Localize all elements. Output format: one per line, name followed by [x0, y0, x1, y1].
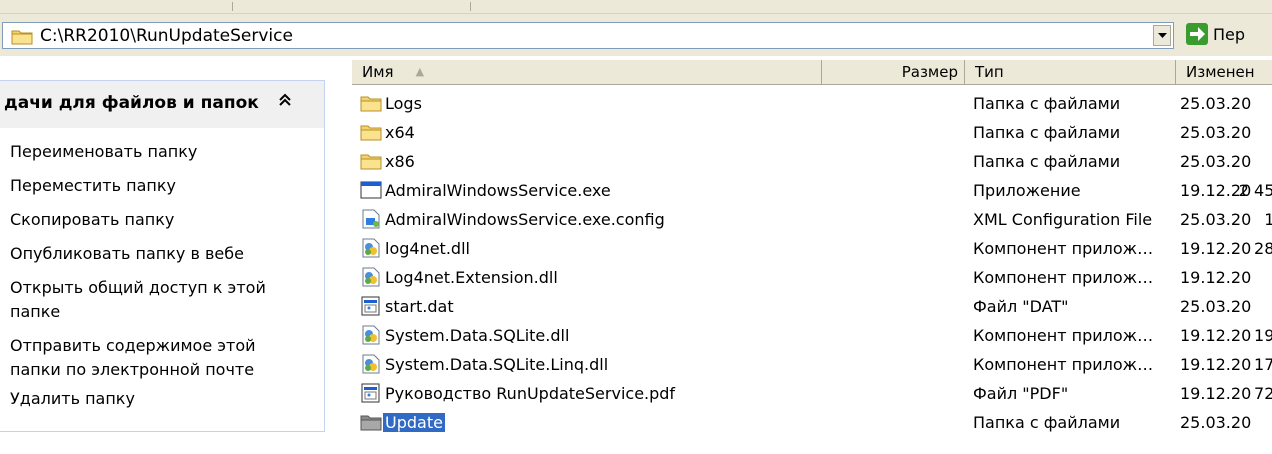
- task-delete-folder[interactable]: Удалить папку: [10, 387, 135, 411]
- sort-ascending-icon: ▲: [415, 65, 425, 78]
- file-tasks-header[interactable]: дачи для файлов и папок: [0, 81, 324, 128]
- file-type: Папка с файлами: [973, 413, 1121, 432]
- file-type: Файл "DAT": [973, 297, 1069, 316]
- folder-icon: [360, 122, 382, 144]
- dll-icon: [360, 267, 382, 289]
- file-modified: 25.03.20: [1180, 152, 1252, 171]
- file-type: Компонент прилож…: [973, 326, 1154, 345]
- file-row[interactable]: Logs Папка с файлами 25.03.20: [360, 90, 1272, 119]
- file-name: log4net.dll: [385, 239, 470, 258]
- file-row[interactable]: Руководство RunUpdateService.pdf727 КБФа…: [360, 380, 1272, 409]
- file-row[interactable]: x86 Папка с файлами 25.03.20: [360, 148, 1272, 177]
- file-type: Компонент прилож…: [973, 268, 1154, 287]
- file-modified: 19.12.20: [1180, 355, 1252, 374]
- file-modified: 25.03.20: [1180, 94, 1252, 113]
- file-name: System.Data.SQLite.Linq.dll: [385, 355, 609, 374]
- column-header-size[interactable]: Размер: [822, 60, 965, 85]
- task-copy-folder[interactable]: Скопировать папку: [10, 208, 174, 232]
- address-bar: C:\RR2010\RunUpdateService Пер: [0, 13, 1272, 56]
- toolbar-separator: [470, 2, 471, 11]
- file-row[interactable]: AdmiralWindowsService.exe.config14 КБXML…: [360, 206, 1272, 235]
- file-type: XML Configuration File: [973, 210, 1153, 229]
- folder-icon: [360, 93, 382, 115]
- file-modified: 19.12.20: [1180, 239, 1252, 258]
- column-header-modified[interactable]: Изменен: [1176, 60, 1272, 85]
- file-modified: 19.12.20: [1180, 384, 1252, 403]
- file-row[interactable]: Update Папка с файлами 25.03.20: [360, 409, 1272, 438]
- folder-icon: [360, 151, 382, 173]
- dll-icon: [360, 354, 382, 376]
- file-name: AdmiralWindowsService.exe.config: [385, 210, 665, 229]
- folder-icon: [360, 412, 382, 434]
- file-modified: 19.12.20: [1180, 181, 1252, 200]
- file-tasks-panel: дачи для файлов и папок Переименовать па…: [0, 80, 325, 432]
- dll-icon: [360, 238, 382, 260]
- address-path: C:\RR2010\RunUpdateService: [40, 26, 293, 46]
- file-name: start.dat: [385, 297, 454, 316]
- file-name: Руководство RunUpdateService.pdf: [385, 384, 676, 403]
- file-row[interactable]: System.Data.SQLite.dll190 КБКомпонент пр…: [360, 322, 1272, 351]
- task-rename-folder[interactable]: Переименовать папку: [10, 140, 197, 164]
- file-name: Logs: [385, 94, 422, 113]
- file-name: AdmiralWindowsService.exe: [385, 181, 611, 200]
- file-modified: 25.03.20: [1180, 413, 1252, 432]
- task-move-folder[interactable]: Переместить папку: [10, 174, 176, 198]
- file-type: Компонент прилож…: [973, 239, 1154, 258]
- toolbar-strip: [0, 0, 1272, 13]
- file-row[interactable]: start.dat1 КБФайл "DAT"25.03.20: [360, 293, 1272, 322]
- file-name: x86: [385, 152, 415, 171]
- file-modified: 19.12.20: [1180, 326, 1252, 345]
- task-email-folder[interactable]: Отправить содержимое этой папки по элект…: [10, 334, 300, 382]
- file-modified: 25.03.20: [1180, 297, 1252, 316]
- file-row[interactable]: x64 Папка с файлами 25.03.20: [360, 119, 1272, 148]
- file-row[interactable]: AdmiralWindowsService.exe2 455 КБПриложе…: [360, 177, 1272, 206]
- column-header-name[interactable]: Имя ▲: [352, 60, 822, 85]
- address-input[interactable]: C:\RR2010\RunUpdateService: [2, 22, 1174, 49]
- file-modified: 19.12.20: [1180, 268, 1252, 287]
- file-row[interactable]: Log4net.Extension.dll9 КБКомпонент прило…: [360, 264, 1272, 293]
- file-row[interactable]: System.Data.SQLite.Linq.dll179 КБКомпоне…: [360, 351, 1272, 380]
- file-type: Файл "PDF": [973, 384, 1069, 403]
- task-publish-folder[interactable]: Опубликовать папку в вебе: [10, 242, 244, 266]
- file-name: Log4net.Extension.dll: [385, 268, 558, 287]
- go-label: Пер: [1213, 25, 1246, 44]
- file-type: Папка с файлами: [973, 152, 1121, 171]
- dll-icon: [360, 325, 382, 347]
- file-type: Папка с файлами: [973, 123, 1121, 142]
- file-type: Приложение: [973, 181, 1081, 200]
- folder-icon: [11, 30, 33, 45]
- file-row[interactable]: log4net.dll282 КБКомпонент прилож…19.12.…: [360, 235, 1272, 264]
- file-tasks-title: дачи для файлов и папок: [4, 93, 259, 113]
- file-icon: [360, 296, 382, 318]
- file-icon: [360, 383, 382, 405]
- collapse-chevron-icon[interactable]: [278, 92, 292, 111]
- address-dropdown-button[interactable]: [1153, 25, 1171, 46]
- file-modified: 25.03.20: [1180, 210, 1252, 229]
- file-modified: 25.03.20: [1180, 123, 1252, 142]
- exe-icon: [360, 180, 382, 202]
- toolbar-separator: [232, 2, 233, 11]
- go-button[interactable]: Пер: [1186, 21, 1272, 49]
- file-type: Компонент прилож…: [973, 355, 1154, 374]
- file-name: Update: [383, 413, 445, 432]
- file-type: Папка с файлами: [973, 94, 1121, 113]
- file-name: x64: [385, 123, 415, 142]
- config-icon: [360, 209, 382, 231]
- column-header-type[interactable]: Тип: [965, 60, 1176, 85]
- go-arrow-icon: [1186, 23, 1208, 45]
- file-name: System.Data.SQLite.dll: [385, 326, 570, 345]
- task-share-folder[interactable]: Открыть общий доступ к этой папке: [10, 276, 300, 324]
- chevron-down-icon: [1158, 33, 1167, 38]
